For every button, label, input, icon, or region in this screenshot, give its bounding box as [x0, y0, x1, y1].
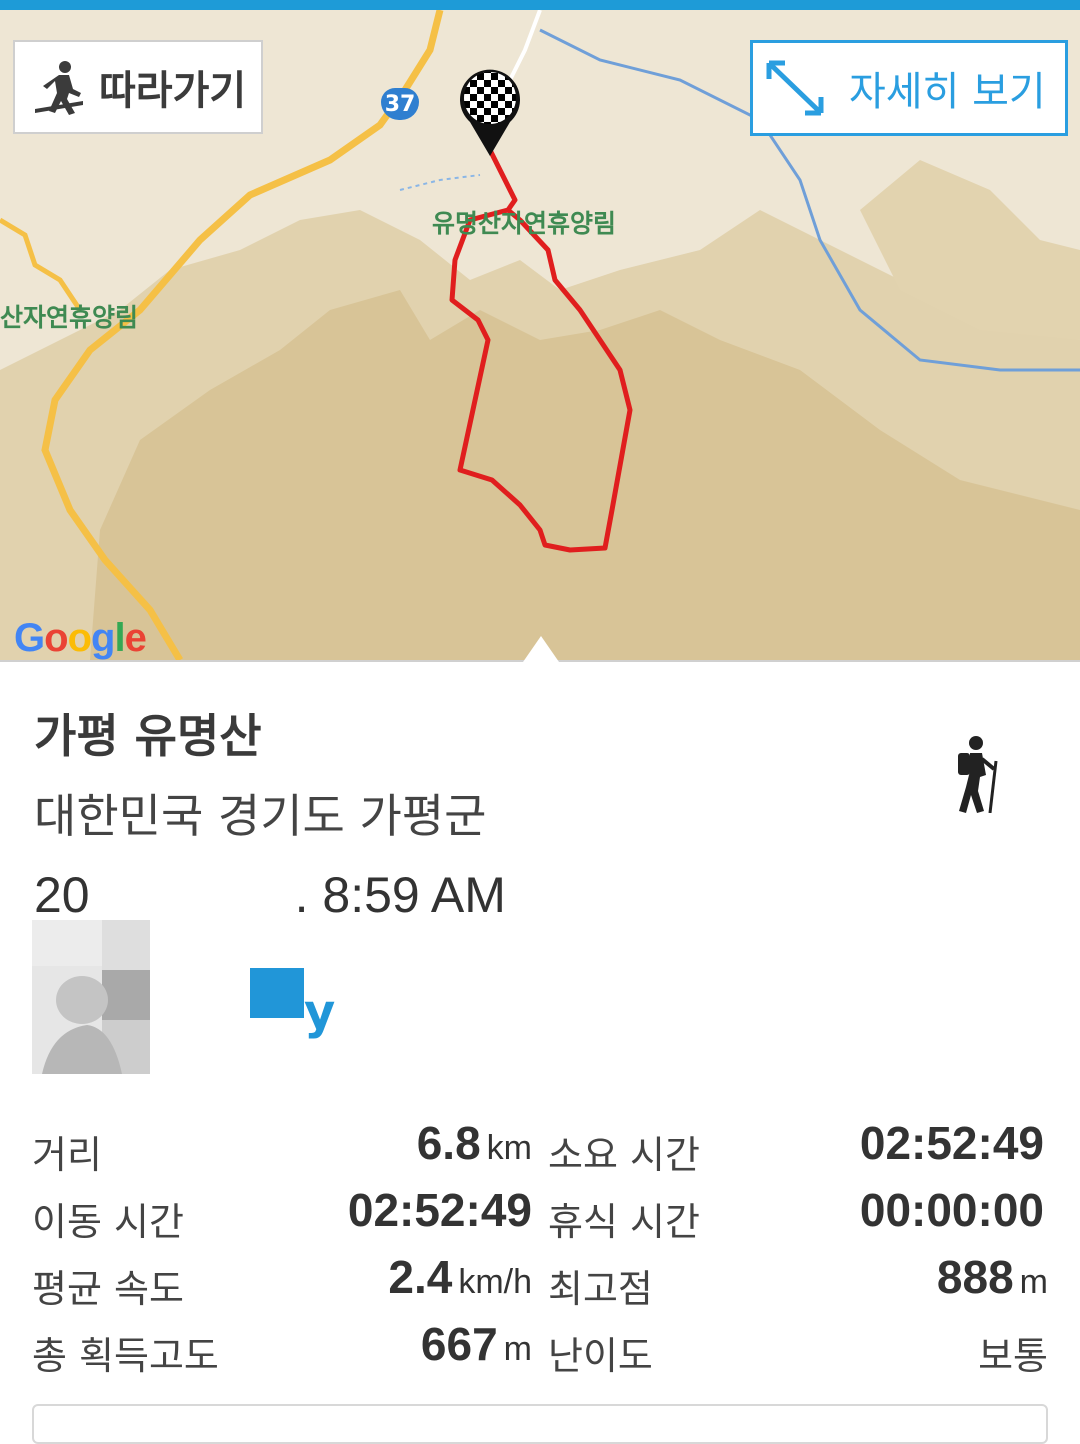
datetime-prefix: 20 — [34, 867, 90, 923]
moving-time-label: 이동 시간 — [32, 1200, 184, 1244]
map-place-label-partial: 산자연휴양림 — [0, 303, 139, 332]
activity-title: 가평 유명산 — [34, 709, 262, 763]
elevation-gain-label: 총 획득고도 — [32, 1334, 219, 1378]
hiking-icon — [958, 736, 998, 813]
difficulty-value: 보통 — [978, 1334, 1048, 1378]
duration-value: 02:52:49 — [859, 1117, 1044, 1169]
rest-time-label: 휴식 시간 — [548, 1200, 700, 1244]
walking-person-icon — [35, 61, 83, 115]
avg-speed-label: 평균 속도 — [32, 1267, 184, 1311]
stat-row-distance: 거리 6.8 km 소요 시간 02:52:49 — [0, 1116, 1080, 1180]
datetime-suffix: . 8:59 AM — [294, 867, 506, 923]
activity-location: 대한민국 경기도 가평군 — [34, 789, 487, 843]
user-name[interactable]: y — [250, 968, 335, 1040]
difficulty-label: 난이도 — [548, 1334, 653, 1378]
distance-value: 6.8 km — [416, 1117, 532, 1169]
user-avatar[interactable] — [32, 920, 150, 1074]
route-map[interactable]: 유명산자연휴양림 산자연휴양림 37 따라가기 자세히 보기 Google — [0, 10, 1080, 660]
avg-speed-value: 2.4 km/h — [388, 1251, 532, 1303]
redacted-name — [250, 968, 304, 1018]
max-altitude-value: 888 m — [936, 1251, 1048, 1303]
duration-label: 소요 시간 — [548, 1133, 700, 1177]
google-logo: Google — [14, 616, 147, 660]
map-place-label: 유명산자연휴양림 — [432, 209, 617, 238]
map-pointer-notch — [523, 636, 559, 662]
view-detail-button[interactable]: 자세히 보기 — [750, 40, 1068, 136]
road-number-sign: 37 — [381, 88, 419, 120]
next-card-edge — [32, 1404, 1048, 1444]
finish-flag-icon[interactable] — [456, 66, 524, 158]
max-altitude-label: 최고점 — [548, 1267, 653, 1311]
stat-row-elevation: 총 획득고도 667 m 난이도 보통 — [0, 1317, 1080, 1381]
stat-row-speed: 평균 속도 2.4 km/h 최고점 888 m — [0, 1250, 1080, 1314]
follow-label: 따라가기 — [99, 68, 247, 114]
rest-time-value: 00:00:00 — [859, 1184, 1044, 1236]
elevation-gain-value: 667 m — [420, 1318, 532, 1370]
stat-row-moving: 이동 시간 02:52:49 휴식 시간 00:00:00 — [0, 1183, 1080, 1247]
view-detail-label: 자세히 보기 — [849, 69, 1046, 115]
moving-time-value: 02:52:49 — [347, 1184, 532, 1236]
distance-label: 거리 — [32, 1133, 102, 1177]
activity-datetime: 20 . 8:59 AM — [34, 866, 506, 924]
top-accent-bar — [0, 0, 1080, 10]
expand-arrows-icon — [766, 60, 824, 116]
follow-button[interactable]: 따라가기 — [13, 40, 263, 134]
